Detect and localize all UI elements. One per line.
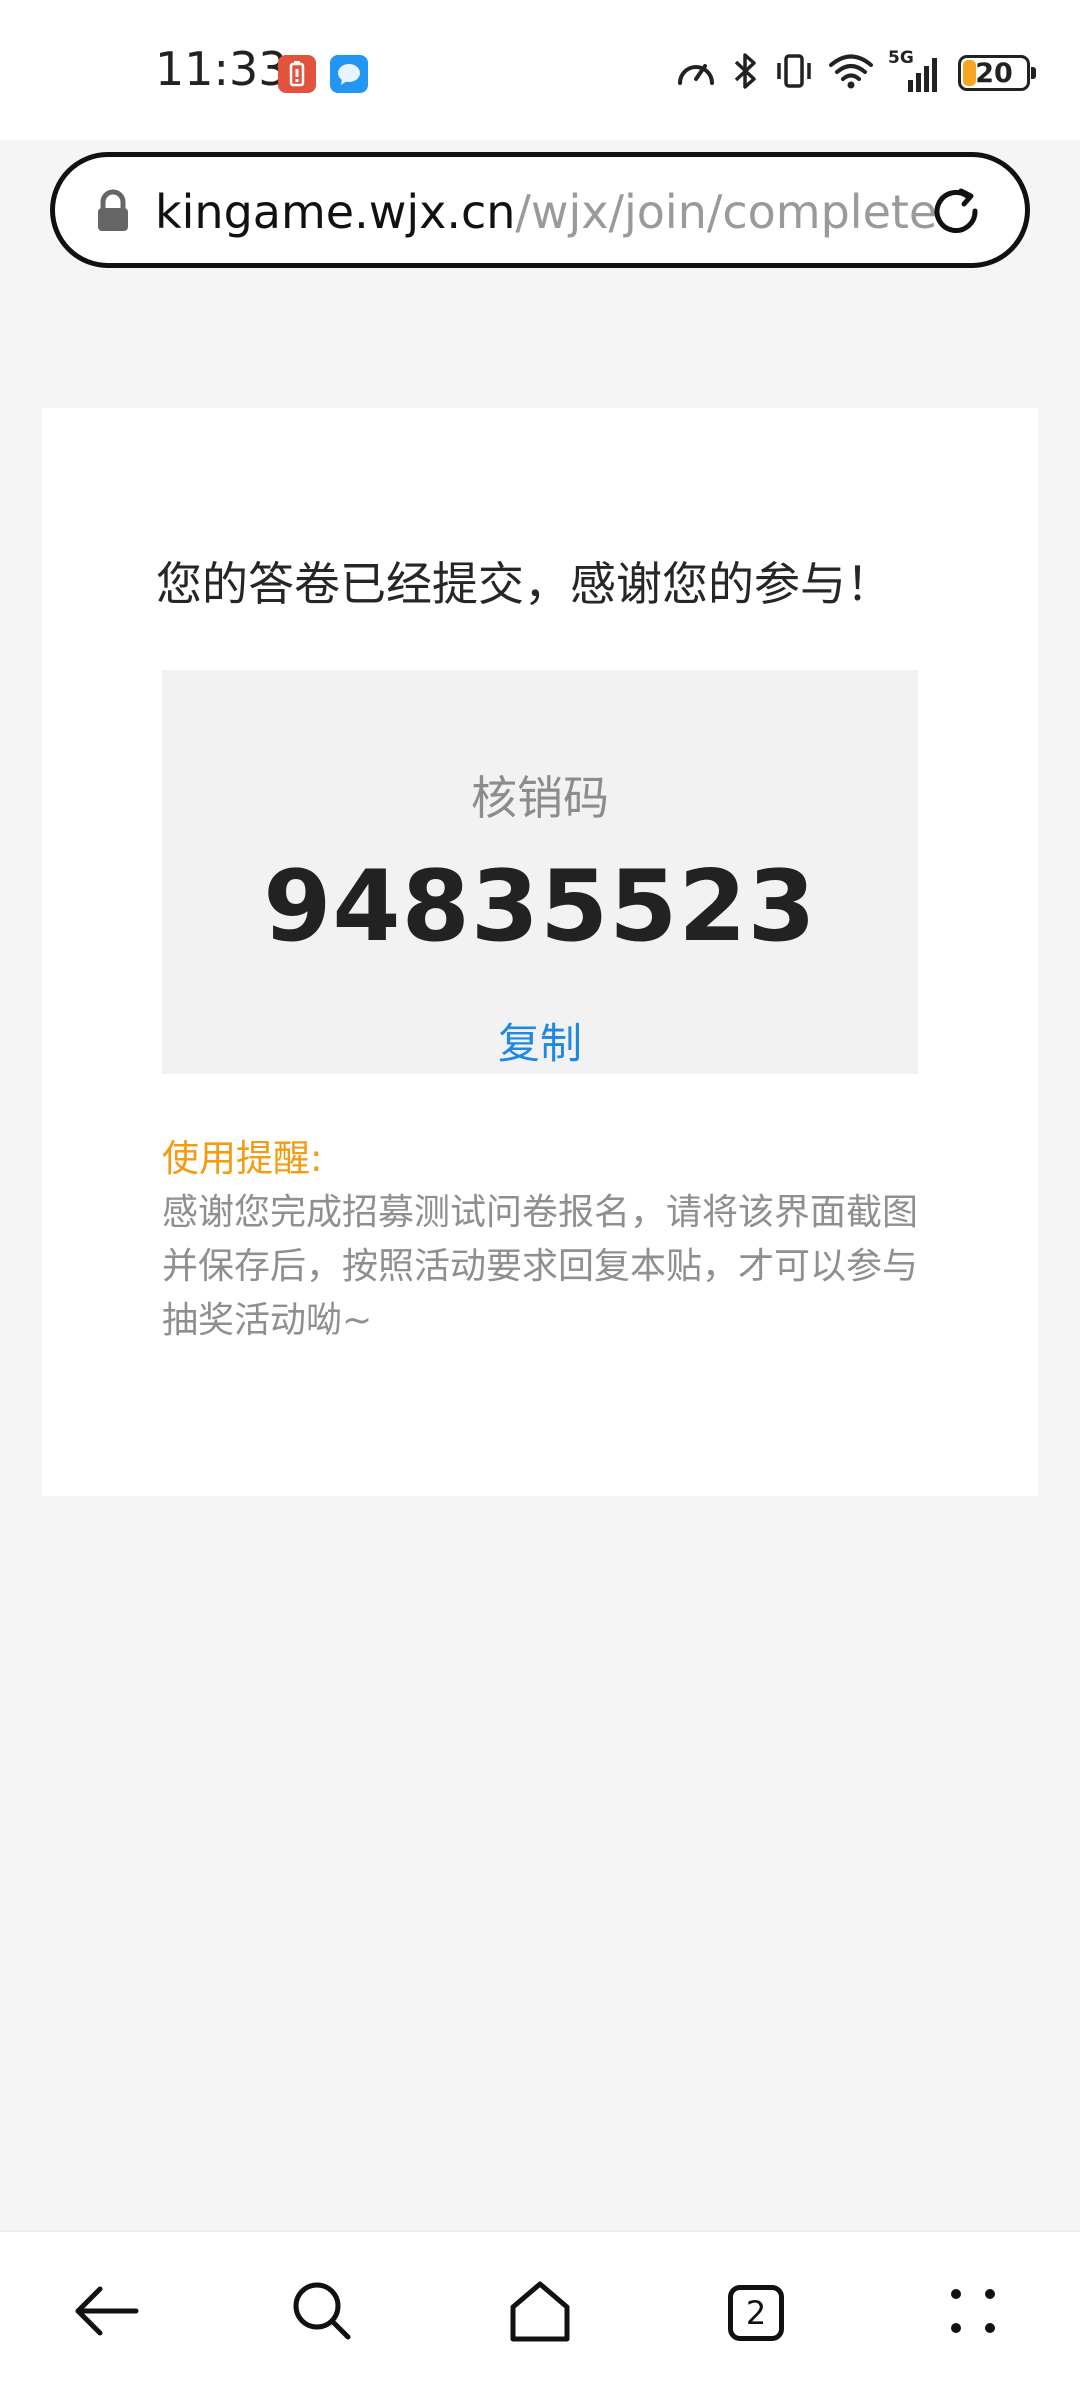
status-icons: 5G 20 bbox=[674, 48, 1036, 98]
page-title: 您的答卷已经提交，感谢您的参与！ bbox=[156, 557, 892, 611]
address-bar[interactable]: kingame.wjx.cn/wjx/join/complete bbox=[50, 152, 1030, 268]
menu-icon bbox=[948, 2286, 998, 2340]
back-icon bbox=[72, 2281, 142, 2345]
tip-body: 感谢您完成招募测试问卷报名，请将该界面截图并保存后，按照活动要求回复本贴，才可以… bbox=[162, 1192, 919, 1341]
battery-icon: 20 bbox=[958, 55, 1036, 91]
wifi-icon bbox=[828, 52, 874, 94]
search-button[interactable] bbox=[277, 2268, 367, 2358]
tip-title: 使用提醒: bbox=[162, 1137, 323, 1180]
battery-alert-app-icon bbox=[278, 55, 316, 93]
vibrate-icon bbox=[774, 51, 814, 95]
speed-icon bbox=[674, 51, 718, 95]
lock-icon[interactable] bbox=[93, 189, 133, 233]
reload-icon[interactable] bbox=[927, 183, 987, 243]
home-button[interactable] bbox=[495, 2268, 585, 2358]
battery-level: 20 bbox=[975, 57, 1013, 89]
back-button[interactable] bbox=[62, 2268, 152, 2358]
bluetooth-icon bbox=[732, 51, 760, 95]
completion-card: 您的答卷已经提交，感谢您的参与！ 核销码 94835523 复制 使用提醒: 感… bbox=[42, 408, 1038, 1496]
url-domain: kingame.wjx.cn bbox=[155, 185, 516, 239]
search-icon bbox=[290, 2279, 354, 2347]
status-bar: 11:33 5G 20 bbox=[0, 0, 1080, 140]
tabs-icon: 2 bbox=[728, 2285, 784, 2341]
verification-code-box: 核销码 94835523 复制 bbox=[162, 670, 918, 1074]
menu-button[interactable] bbox=[928, 2268, 1018, 2358]
code-value: 94835523 bbox=[263, 850, 817, 964]
url-text[interactable]: kingame.wjx.cn/wjx/join/complete bbox=[155, 185, 945, 239]
status-time: 11:33 bbox=[155, 42, 288, 96]
tabs-button[interactable]: 2 bbox=[711, 2268, 801, 2358]
home-icon bbox=[507, 2279, 573, 2347]
copy-button[interactable]: 复制 bbox=[162, 1010, 918, 1071]
code-label: 核销码 bbox=[471, 771, 609, 825]
url-path: /wjx/join/complete bbox=[515, 185, 938, 239]
signal-icon: 5G bbox=[888, 48, 944, 94]
tab-count: 2 bbox=[745, 2294, 767, 2332]
messenger-app-icon bbox=[330, 55, 368, 93]
bottom-nav: 2 bbox=[0, 2230, 1080, 2400]
